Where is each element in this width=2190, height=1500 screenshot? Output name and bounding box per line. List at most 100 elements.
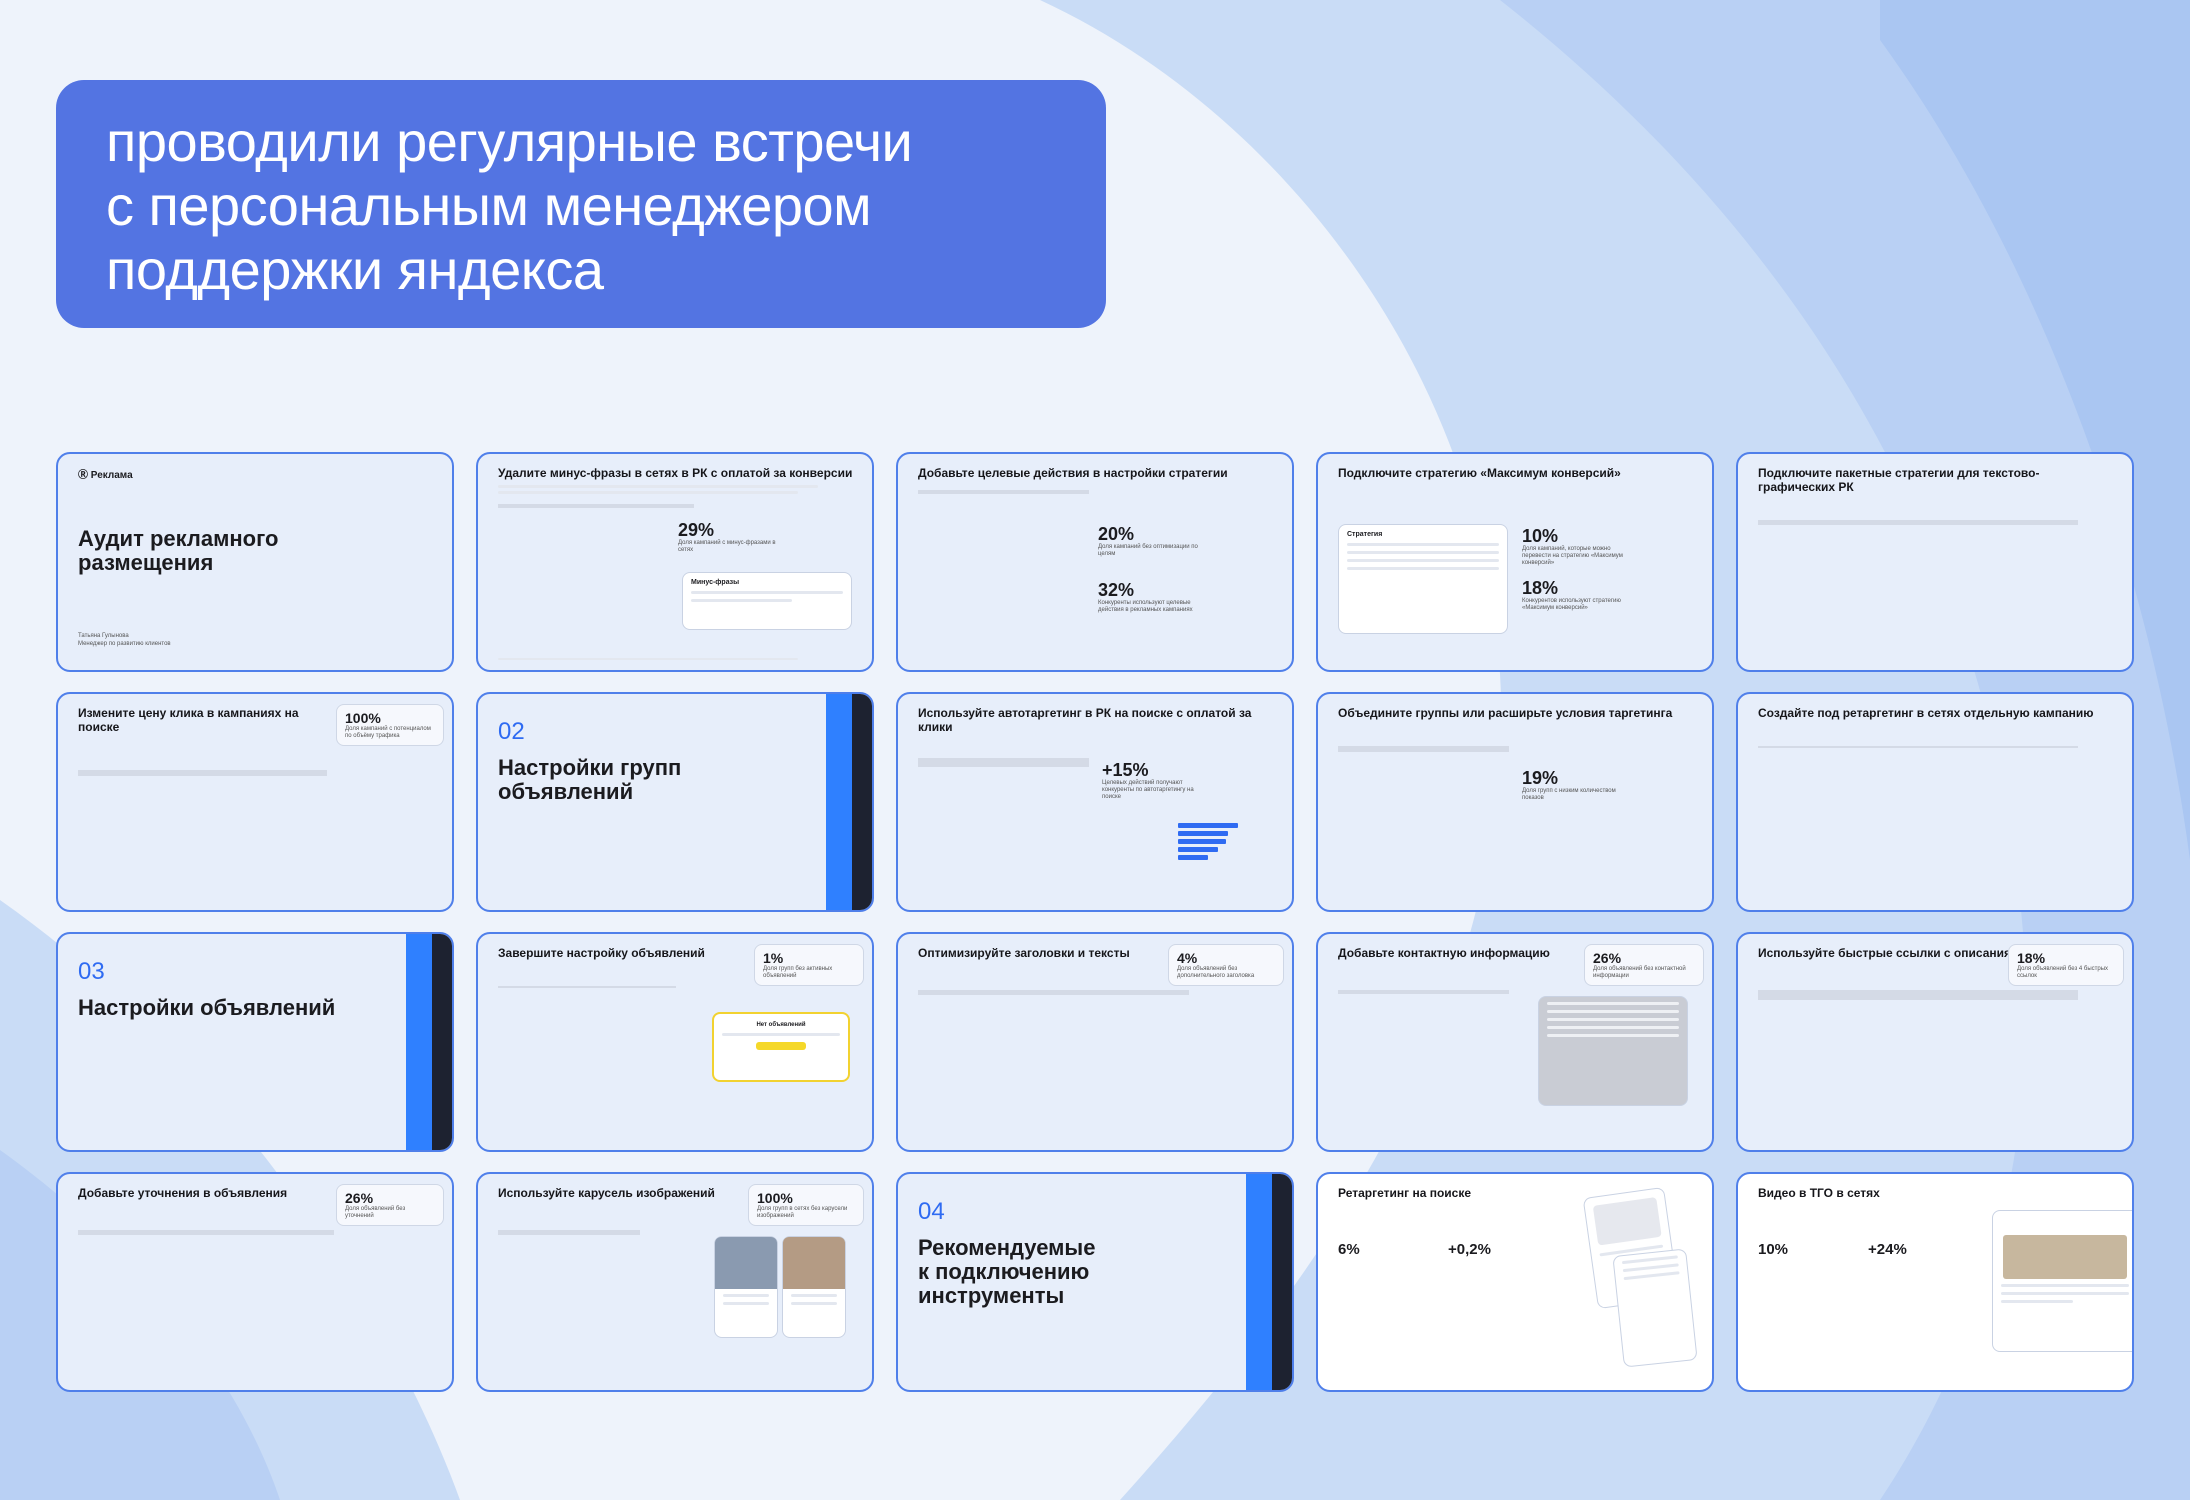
stat-block: 1% Доля групп без активных объявлений <box>754 944 864 986</box>
stat-block-2: +0,2% <box>1448 1240 1491 1260</box>
stat-value: 29% <box>678 520 715 540</box>
slide-section-04[interactable]: 04 Рекомендуемые к подключению инструмен… <box>896 1172 1294 1392</box>
stat-value: 18% <box>1522 578 1559 598</box>
stat-block: 4% Доля объявлений без дополнительного з… <box>1168 944 1284 986</box>
stat-label: Доля объявлений без дополнительного заго… <box>1177 966 1255 979</box>
slide-title: Подключите стратегию «Максимум конверсий… <box>1338 466 1621 480</box>
data-table <box>1758 520 2079 525</box>
slide-max-conversions[interactable]: Подключите стратегию «Максимум конверсий… <box>1316 452 1714 672</box>
stat-block-1: 10% Доля кампаний, которые можно перевес… <box>1522 526 1632 567</box>
blue-stripe <box>1246 1174 1272 1390</box>
slide-video-tgo[interactable]: Видео в ТГО в сетях 10% +24% <box>1736 1172 2134 1392</box>
stat-value: 32% <box>1098 580 1135 600</box>
video-ad-preview <box>1992 1210 2132 1352</box>
blue-stripe <box>826 694 852 910</box>
cover-title-line-1: Аудит рекламного <box>78 526 279 551</box>
interior-image <box>783 1237 845 1289</box>
stat-block: +15% Целевых действий получают конкурент… <box>1102 760 1212 801</box>
stat-value: 18% <box>2017 950 2046 966</box>
stat-label: Конкуренты используют целевые действия в… <box>1098 600 1193 613</box>
section-title: Настройки групп объявлений <box>498 756 854 804</box>
phone-mockup-2 <box>1612 1248 1698 1368</box>
dark-stripe <box>1272 1174 1292 1390</box>
section-number: 03 <box>78 958 105 985</box>
carousel-card-2 <box>782 1236 846 1338</box>
stat-block: 29% Доля кампаний с минус-фразами в сетя… <box>678 520 788 554</box>
stat-label: Доля объявлений без уточнений <box>345 1206 406 1219</box>
slide-image-carousel[interactable]: Используйте карусель изображений 100% До… <box>476 1172 874 1392</box>
dark-stripe <box>852 694 872 910</box>
section-title-line-3: инструменты <box>918 1283 1065 1308</box>
slide-sitelinks[interactable]: Используйте быстрые ссылки с описаниями … <box>1736 932 2134 1152</box>
slide-callouts[interactable]: Добавьте уточнения в объявления 26% Доля… <box>56 1172 454 1392</box>
stat-block-1: 6% <box>1338 1240 1360 1260</box>
data-table <box>498 504 694 508</box>
slide-section-03[interactable]: 03 Настройки объявлений <box>56 932 454 1152</box>
data-table <box>918 758 1089 767</box>
stat-block-1: 10% <box>1758 1240 1788 1260</box>
data-table <box>78 1230 335 1235</box>
blue-stripe <box>406 934 432 1150</box>
slide-merge-groups[interactable]: Объедините группы или расширьте условия … <box>1316 692 1714 912</box>
slide-finish-ads[interactable]: Завершите настройку объявлений 1% Доля г… <box>476 932 874 1152</box>
slide-target-actions[interactable]: Добавьте целевые действия в настройки ст… <box>896 452 1294 672</box>
section-number: 02 <box>498 718 525 745</box>
stat-value: 4% <box>1177 950 1198 966</box>
logo-text: Реклама <box>90 470 133 481</box>
slides-grid: Ⓡ Реклама Аудит рекламного размещения Та… <box>56 452 2134 1392</box>
stat-block: 100% Доля групп в сетях без карусели изо… <box>748 1184 864 1226</box>
stat-value: 19% <box>1522 768 1559 788</box>
slide-package-strategies[interactable]: Подключите пакетные стратегии для тексто… <box>1736 452 2134 672</box>
slide-title: Удалите минус-фразы в сетях в РК с оплат… <box>498 466 853 480</box>
slide-title: Объедините группы или расширьте условия … <box>1338 706 1673 720</box>
stat-value: +24% <box>1868 1241 1907 1258</box>
hero-banner: проводили регулярные встречи с персональ… <box>56 80 1106 328</box>
slide-title: Добавьте целевые действия в настройки ст… <box>918 466 1228 480</box>
stat-block-2: 32% Конкуренты используют целевые действ… <box>1098 580 1208 614</box>
hero-line-1: проводили регулярные встречи <box>106 110 913 173</box>
cover-author: Татьяна Гулынова Менеджер по развитию кл… <box>78 632 171 648</box>
data-table <box>1338 746 1509 752</box>
slide-cover[interactable]: Ⓡ Реклама Аудит рекламного размещения Та… <box>56 452 454 672</box>
data-table <box>498 986 676 988</box>
slide-contact-info[interactable]: Добавьте контактную информацию 26% Доля … <box>1316 932 1714 1152</box>
minus-phrases-card: Минус-фразы <box>682 572 852 630</box>
slide-title: Подключите пакетные стратегии для тексто… <box>1758 466 2040 494</box>
stat-label: Доля групп в сетях без карусели изображе… <box>757 1206 848 1219</box>
slide-footnote <box>498 658 854 660</box>
data-table <box>918 990 1189 995</box>
card-title: Стратегия <box>1347 531 1383 538</box>
reklama-logo: Ⓡ Реклама <box>78 466 434 481</box>
yellow-button <box>756 1042 806 1050</box>
stat-block: 26% Доля объявлений без уточнений <box>336 1184 444 1226</box>
section-title: Настройки объявлений <box>78 995 336 1020</box>
dark-stripe <box>432 934 452 1150</box>
stat-label: Доля объявлений без 4 быстрых ссылок <box>2017 966 2109 979</box>
slide-retargeting-campaign[interactable]: Создайте под ретаргетинг в сетях отдельн… <box>1736 692 2134 912</box>
stat-block: 26% Доля объявлений без контактной инфор… <box>1584 944 1704 986</box>
stat-label: Конкурентов используют стратегию «Максим… <box>1522 598 1621 611</box>
stat-value: 100% <box>757 1190 793 1206</box>
slide-click-price[interactable]: Измените цену клика в кампаниях на поиск… <box>56 692 454 912</box>
stat-label: Доля групп без активных объявлений <box>763 966 833 979</box>
slide-search-retargeting[interactable]: Ретаргетинг на поиске 6% +0,2% <box>1316 1172 1714 1392</box>
section-title-line-2: объявлений <box>498 779 634 804</box>
data-table <box>1758 746 2079 748</box>
slide-title: Используйте автотаргетинг в РК на поиске… <box>918 706 1252 734</box>
stat-label: Доля кампаний с потенциалом по объёму тр… <box>345 726 431 739</box>
slide-autotargeting[interactable]: Используйте автотаргетинг в РК на поиске… <box>896 692 1294 912</box>
stat-block: 18% Доля объявлений без 4 быстрых ссылок <box>2008 944 2124 986</box>
data-table <box>498 1230 641 1235</box>
section-title-line-1: Рекомендуемые <box>918 1235 1096 1260</box>
slide-section-02[interactable]: 02 Настройки групп объявлений <box>476 692 874 912</box>
stat-block: 19% Доля групп с низким количеством пока… <box>1522 768 1632 802</box>
stat-label: Доля кампаний с минус-фразами в сетях <box>678 540 776 553</box>
data-table <box>1758 990 2079 1000</box>
slide-headlines[interactable]: Оптимизируйте заголовки и тексты 4% Доля… <box>896 932 1294 1152</box>
stat-label: Доля кампаний без оптимизации по целям <box>1098 544 1198 557</box>
slide-text-placeholder <box>498 485 838 494</box>
stat-label: Доля кампаний, которые можно перевести н… <box>1522 546 1623 566</box>
slide-minus-phrases[interactable]: Удалите минус-фразы в сетях в РК с оплат… <box>476 452 874 672</box>
stat-value: 1% <box>763 950 784 966</box>
stat-label: Доля объявлений без контактной информаци… <box>1593 966 1686 979</box>
